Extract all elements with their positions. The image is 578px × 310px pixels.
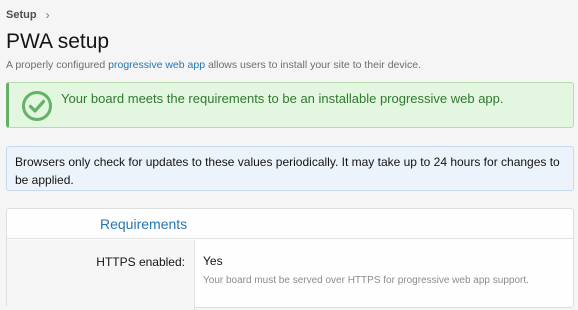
https-enabled-label: HTTPS enabled: xyxy=(96,255,185,269)
breadcrumb-item-setup[interactable]: Setup xyxy=(6,9,37,21)
page-description-after: allows users to install your site to the… xyxy=(205,59,421,71)
check-circle-icon xyxy=(22,91,52,121)
requirements-header: Requirements xyxy=(7,209,573,239)
requirements-block: Requirements HTTPS enabled: Yes Your boa… xyxy=(6,208,574,310)
page-title: PWA setup xyxy=(6,30,110,53)
success-message-text: Your board meets the requirements to be … xyxy=(61,91,504,106)
page-description-before: A properly configured xyxy=(6,59,109,71)
info-message-box: Browsers only check for updates to these… xyxy=(6,146,574,191)
success-message-box: Your board meets the requirements to be … xyxy=(6,82,574,128)
progressive-web-app-link[interactable]: progressive web app xyxy=(108,59,205,71)
chevron-right-icon: › xyxy=(45,8,50,22)
info-message-text: Browsers only check for updates to these… xyxy=(15,155,560,187)
breadcrumb: Setup › xyxy=(6,8,50,22)
page-description: A properly configured progressive web ap… xyxy=(6,59,421,71)
requirements-title: Requirements xyxy=(100,216,188,232)
https-enabled-explain: Your board must be served over HTTPS for… xyxy=(203,275,529,286)
https-enabled-value: Yes xyxy=(203,254,223,268)
